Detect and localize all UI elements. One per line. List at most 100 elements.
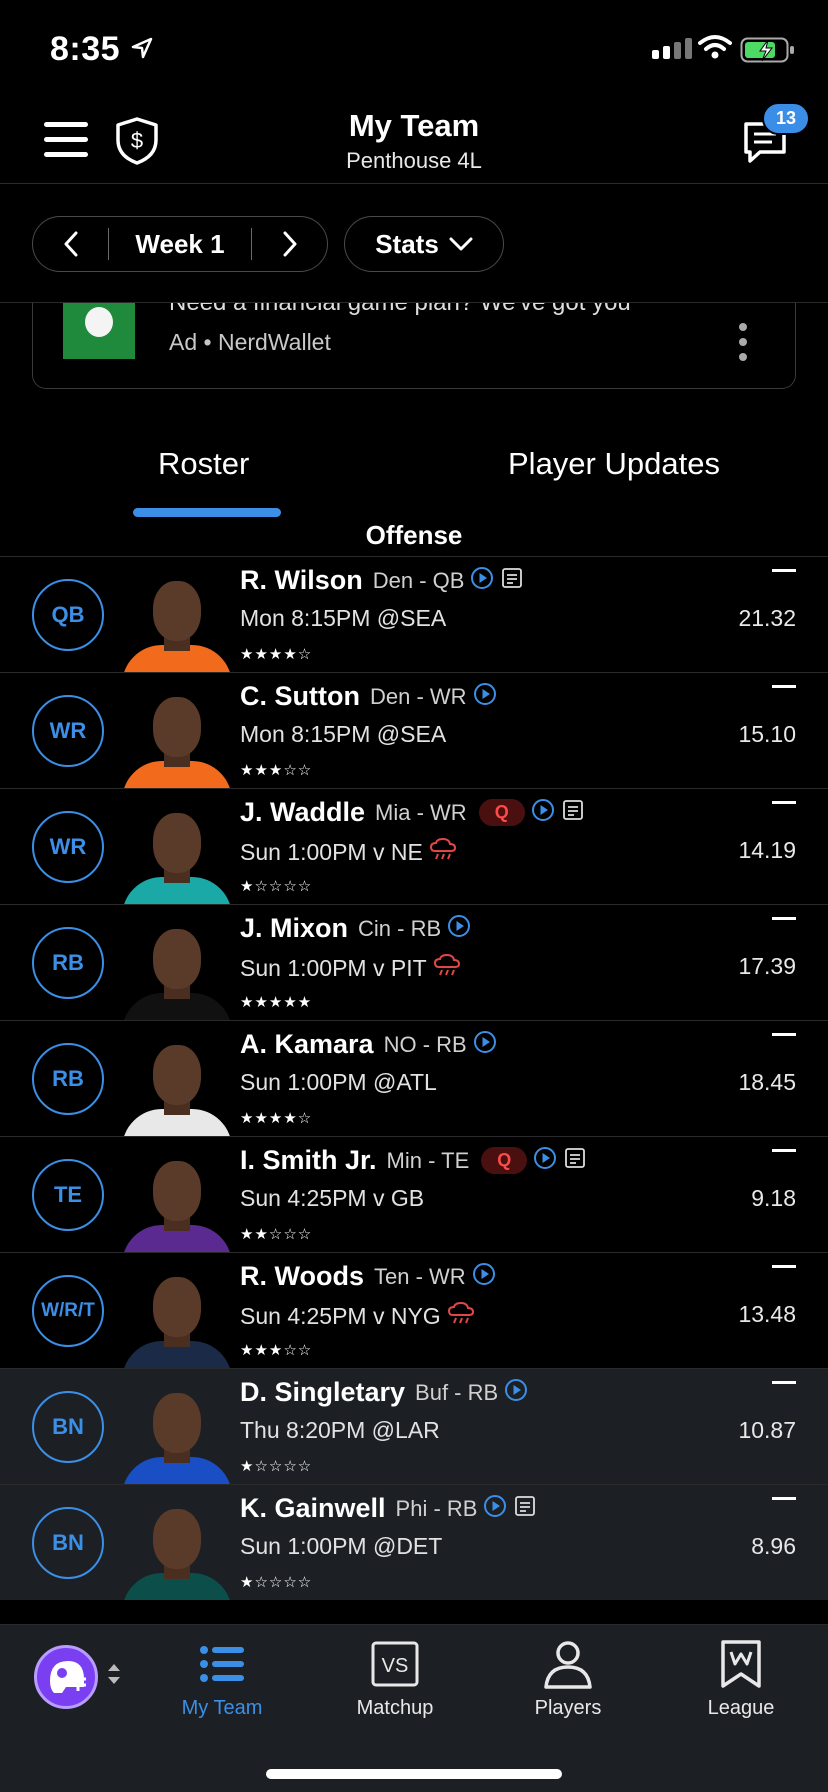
chevron-up-down-icon[interactable]: [106, 1661, 122, 1687]
news-icon[interactable]: [500, 566, 524, 595]
news-icon[interactable]: [563, 1146, 587, 1175]
player-photo[interactable]: [116, 685, 238, 788]
player-name[interactable]: A. Kamara: [240, 1029, 374, 1060]
player-name[interactable]: D. Singletary: [240, 1377, 405, 1408]
position-slot-button[interactable]: TE: [32, 1159, 104, 1231]
projected-score: 13.48: [738, 1301, 796, 1327]
play-video-icon[interactable]: [483, 1494, 507, 1523]
stats-dropdown[interactable]: Stats: [344, 216, 504, 272]
weather-rain-icon[interactable]: [429, 837, 457, 867]
player-team-position: Mia - WR: [375, 799, 467, 825]
actual-score-dash: [772, 1033, 796, 1036]
player-photo[interactable]: [116, 801, 238, 904]
player-team-position: Phi - RB: [395, 1495, 478, 1521]
chat-count-badge: 13: [762, 102, 811, 135]
location-arrow-icon: [131, 37, 153, 59]
weather-rain-icon[interactable]: [433, 953, 461, 983]
weather-rain-icon[interactable]: [447, 1301, 475, 1331]
actual-score-dash: [772, 1265, 796, 1268]
team-avatar[interactable]: [34, 1645, 98, 1709]
projected-score: 15.10: [738, 721, 796, 747]
position-slot-button[interactable]: BN: [32, 1507, 104, 1579]
player-photo[interactable]: [116, 917, 238, 1020]
ad-banner[interactable]: Need a financial game plan? We've got yo…: [32, 303, 796, 389]
player-photo[interactable]: [116, 1033, 238, 1136]
game-info: Mon 8:15PM @SEA: [240, 605, 447, 631]
player-photo[interactable]: [116, 1265, 238, 1368]
tab-roster[interactable]: Roster: [158, 446, 249, 482]
tab-player-updates[interactable]: Player Updates: [508, 446, 720, 482]
roster-row[interactable]: W/R/T R. Woods Ten - WR Sun 4:25PM v NYG…: [0, 1252, 828, 1368]
active-tab-indicator: [133, 508, 281, 517]
list-icon: [200, 1646, 244, 1682]
player-name[interactable]: R. Woods: [240, 1261, 364, 1292]
nav-players[interactable]: Players: [498, 1637, 638, 1720]
actual-score-dash: [772, 685, 796, 688]
roster-row[interactable]: BN D. Singletary Buf - RB Thu 8:20PM @LA…: [0, 1368, 828, 1484]
play-video-icon[interactable]: [473, 682, 497, 711]
roster-row[interactable]: WR C. Sutton Den - WR Mon 8:15PM @SEA ★★…: [0, 672, 828, 788]
player-name[interactable]: J. Waddle: [240, 797, 365, 828]
position-slot-button[interactable]: QB: [32, 579, 104, 651]
play-video-icon[interactable]: [531, 798, 555, 827]
player-photo[interactable]: [116, 1149, 238, 1252]
player-rating: ★★☆☆☆: [240, 1226, 313, 1243]
nav-my-team[interactable]: My Team: [152, 1637, 292, 1720]
player-team-position: Den - QB: [372, 567, 465, 593]
header-title-group: My Team Penthouse 4L: [0, 108, 828, 174]
news-icon[interactable]: [513, 1494, 537, 1523]
bookmark-icon: [721, 1640, 761, 1688]
player-name[interactable]: C. Sutton: [240, 681, 360, 712]
player-photo[interactable]: [116, 1497, 238, 1600]
player-name[interactable]: J. Mixon: [240, 913, 348, 944]
player-team-position: Cin - RB: [358, 915, 442, 941]
svg-text:VS: VS: [382, 1655, 409, 1677]
previous-week-button[interactable]: [33, 228, 109, 260]
player-name[interactable]: K. Gainwell: [240, 1493, 386, 1524]
nav-my-team-label: My Team: [181, 1697, 263, 1719]
cellular-signal-icon: [652, 38, 692, 59]
player-name[interactable]: R. Wilson: [240, 565, 363, 596]
game-info: Sun 1:00PM @ATL: [240, 1069, 437, 1095]
position-slot-button[interactable]: RB: [32, 1043, 104, 1115]
play-video-icon[interactable]: [473, 1030, 497, 1059]
play-video-icon[interactable]: [447, 914, 471, 943]
ad-sponsor: Ad • NerdWallet: [169, 329, 331, 355]
more-vertical-icon[interactable]: [739, 323, 747, 361]
play-video-icon[interactable]: [470, 566, 494, 595]
player-team-position: NO - RB: [383, 1031, 467, 1057]
person-icon: [544, 1641, 592, 1689]
nav-matchup[interactable]: VS Matchup: [325, 1637, 465, 1720]
roster-row[interactable]: RB J. Mixon Cin - RB Sun 1:00PM v PIT ★★…: [0, 904, 828, 1020]
position-slot-button[interactable]: RB: [32, 927, 104, 999]
player-rating: ★☆☆☆☆: [240, 1574, 313, 1591]
nav-league[interactable]: League: [671, 1637, 811, 1720]
player-name[interactable]: I. Smith Jr.: [240, 1145, 377, 1176]
news-icon[interactable]: [561, 798, 585, 827]
roster-row[interactable]: TE I. Smith Jr. Min - TE Q Sun 4:25PM v …: [0, 1136, 828, 1252]
projected-score: 17.39: [738, 953, 796, 979]
position-slot-button[interactable]: WR: [32, 695, 104, 767]
play-video-icon[interactable]: [472, 1262, 496, 1291]
chevron-left-icon: [64, 231, 77, 257]
position-slot-button[interactable]: BN: [32, 1391, 104, 1463]
play-video-icon[interactable]: [504, 1378, 528, 1407]
week-label[interactable]: Week 1: [109, 229, 251, 260]
status-bar: 8:35: [0, 0, 828, 100]
nav-players-label: Players: [534, 1697, 602, 1719]
player-photo[interactable]: [116, 569, 238, 672]
next-week-button[interactable]: [251, 228, 327, 260]
roster-row[interactable]: QB R. Wilson Den - QB Mon 8:15PM @SEA ★★…: [0, 556, 828, 672]
roster-row[interactable]: WR J. Waddle Mia - WR Q Sun 1:00PM v NE …: [0, 788, 828, 904]
roster-row[interactable]: BN K. Gainwell Phi - RB Sun 1:00PM @DET …: [0, 1484, 828, 1600]
home-indicator: [266, 1769, 562, 1779]
game-info: Sun 4:25PM v NYG: [240, 1302, 441, 1329]
play-video-icon[interactable]: [533, 1146, 557, 1175]
position-slot-button[interactable]: W/R/T: [32, 1275, 104, 1347]
player-photo[interactable]: [116, 1381, 238, 1484]
actual-score-dash: [772, 801, 796, 804]
position-slot-button[interactable]: WR: [32, 811, 104, 883]
page-title: My Team: [348, 108, 480, 143]
roster-row[interactable]: RB A. Kamara NO - RB Sun 1:00PM @ATL ★★★…: [0, 1020, 828, 1136]
actual-score-dash: [772, 569, 796, 572]
